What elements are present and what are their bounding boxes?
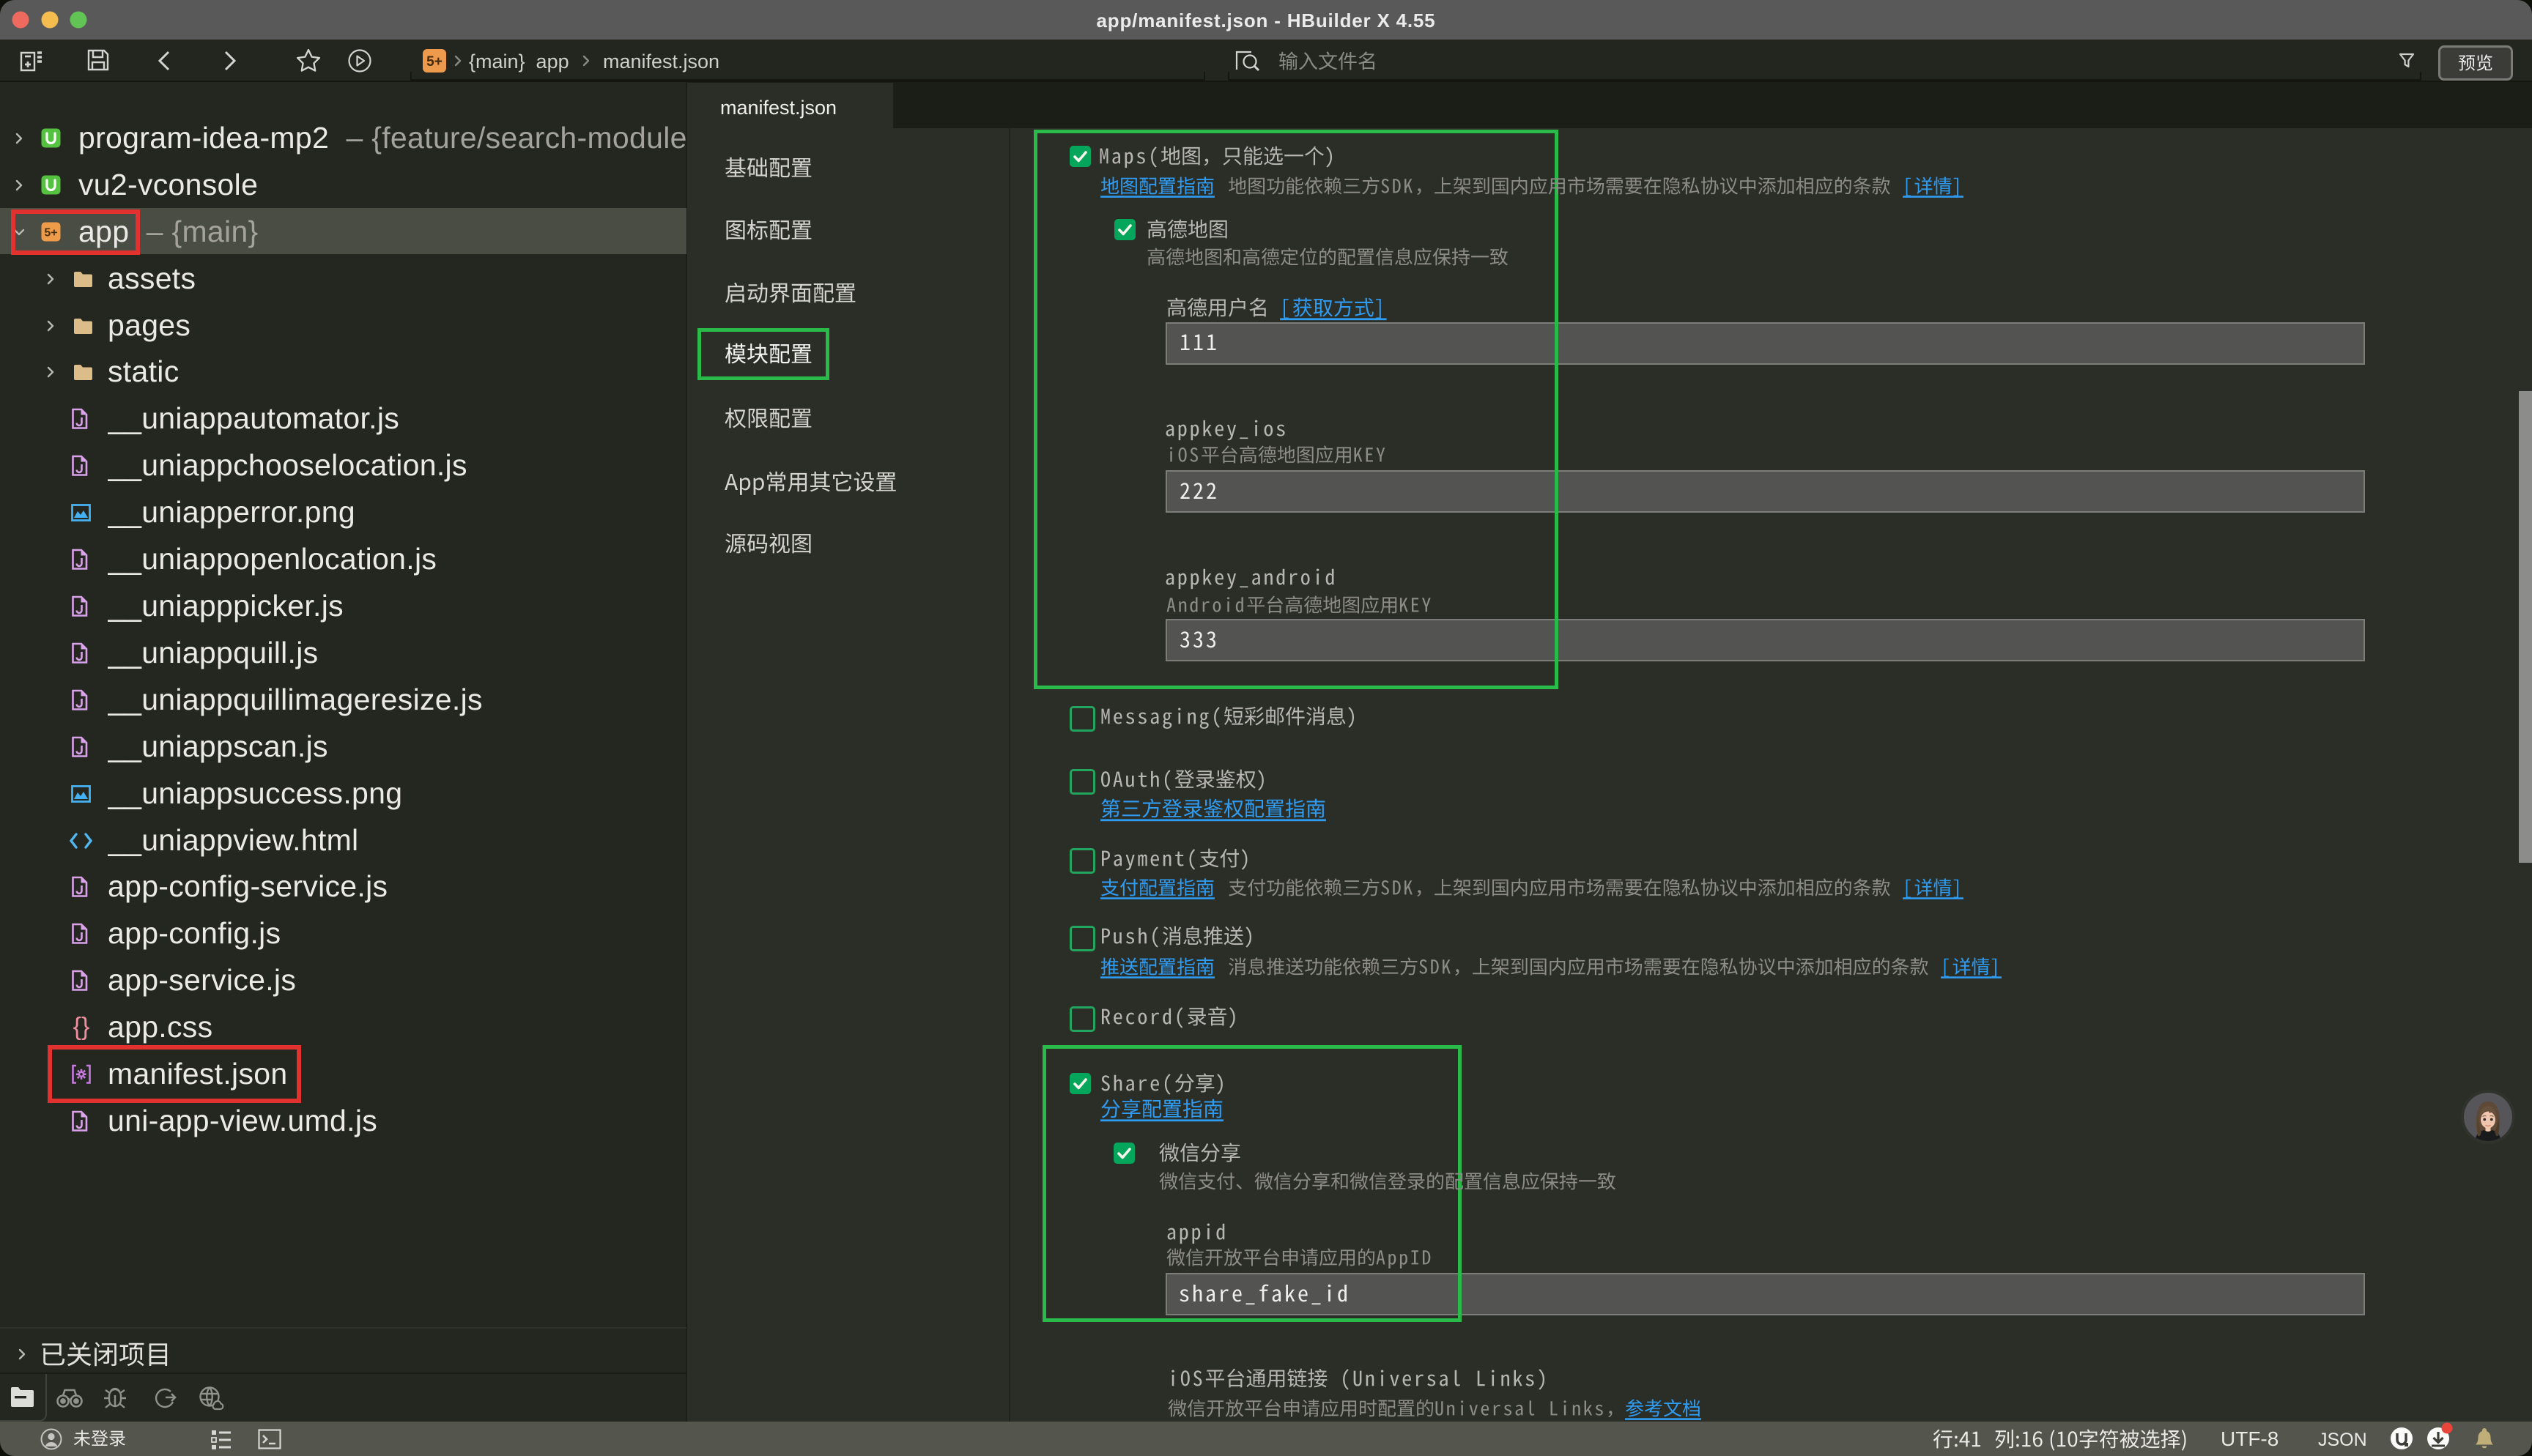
svg-text:5+: 5+	[426, 54, 443, 70]
svg-text:{}: {}	[73, 1015, 90, 1040]
